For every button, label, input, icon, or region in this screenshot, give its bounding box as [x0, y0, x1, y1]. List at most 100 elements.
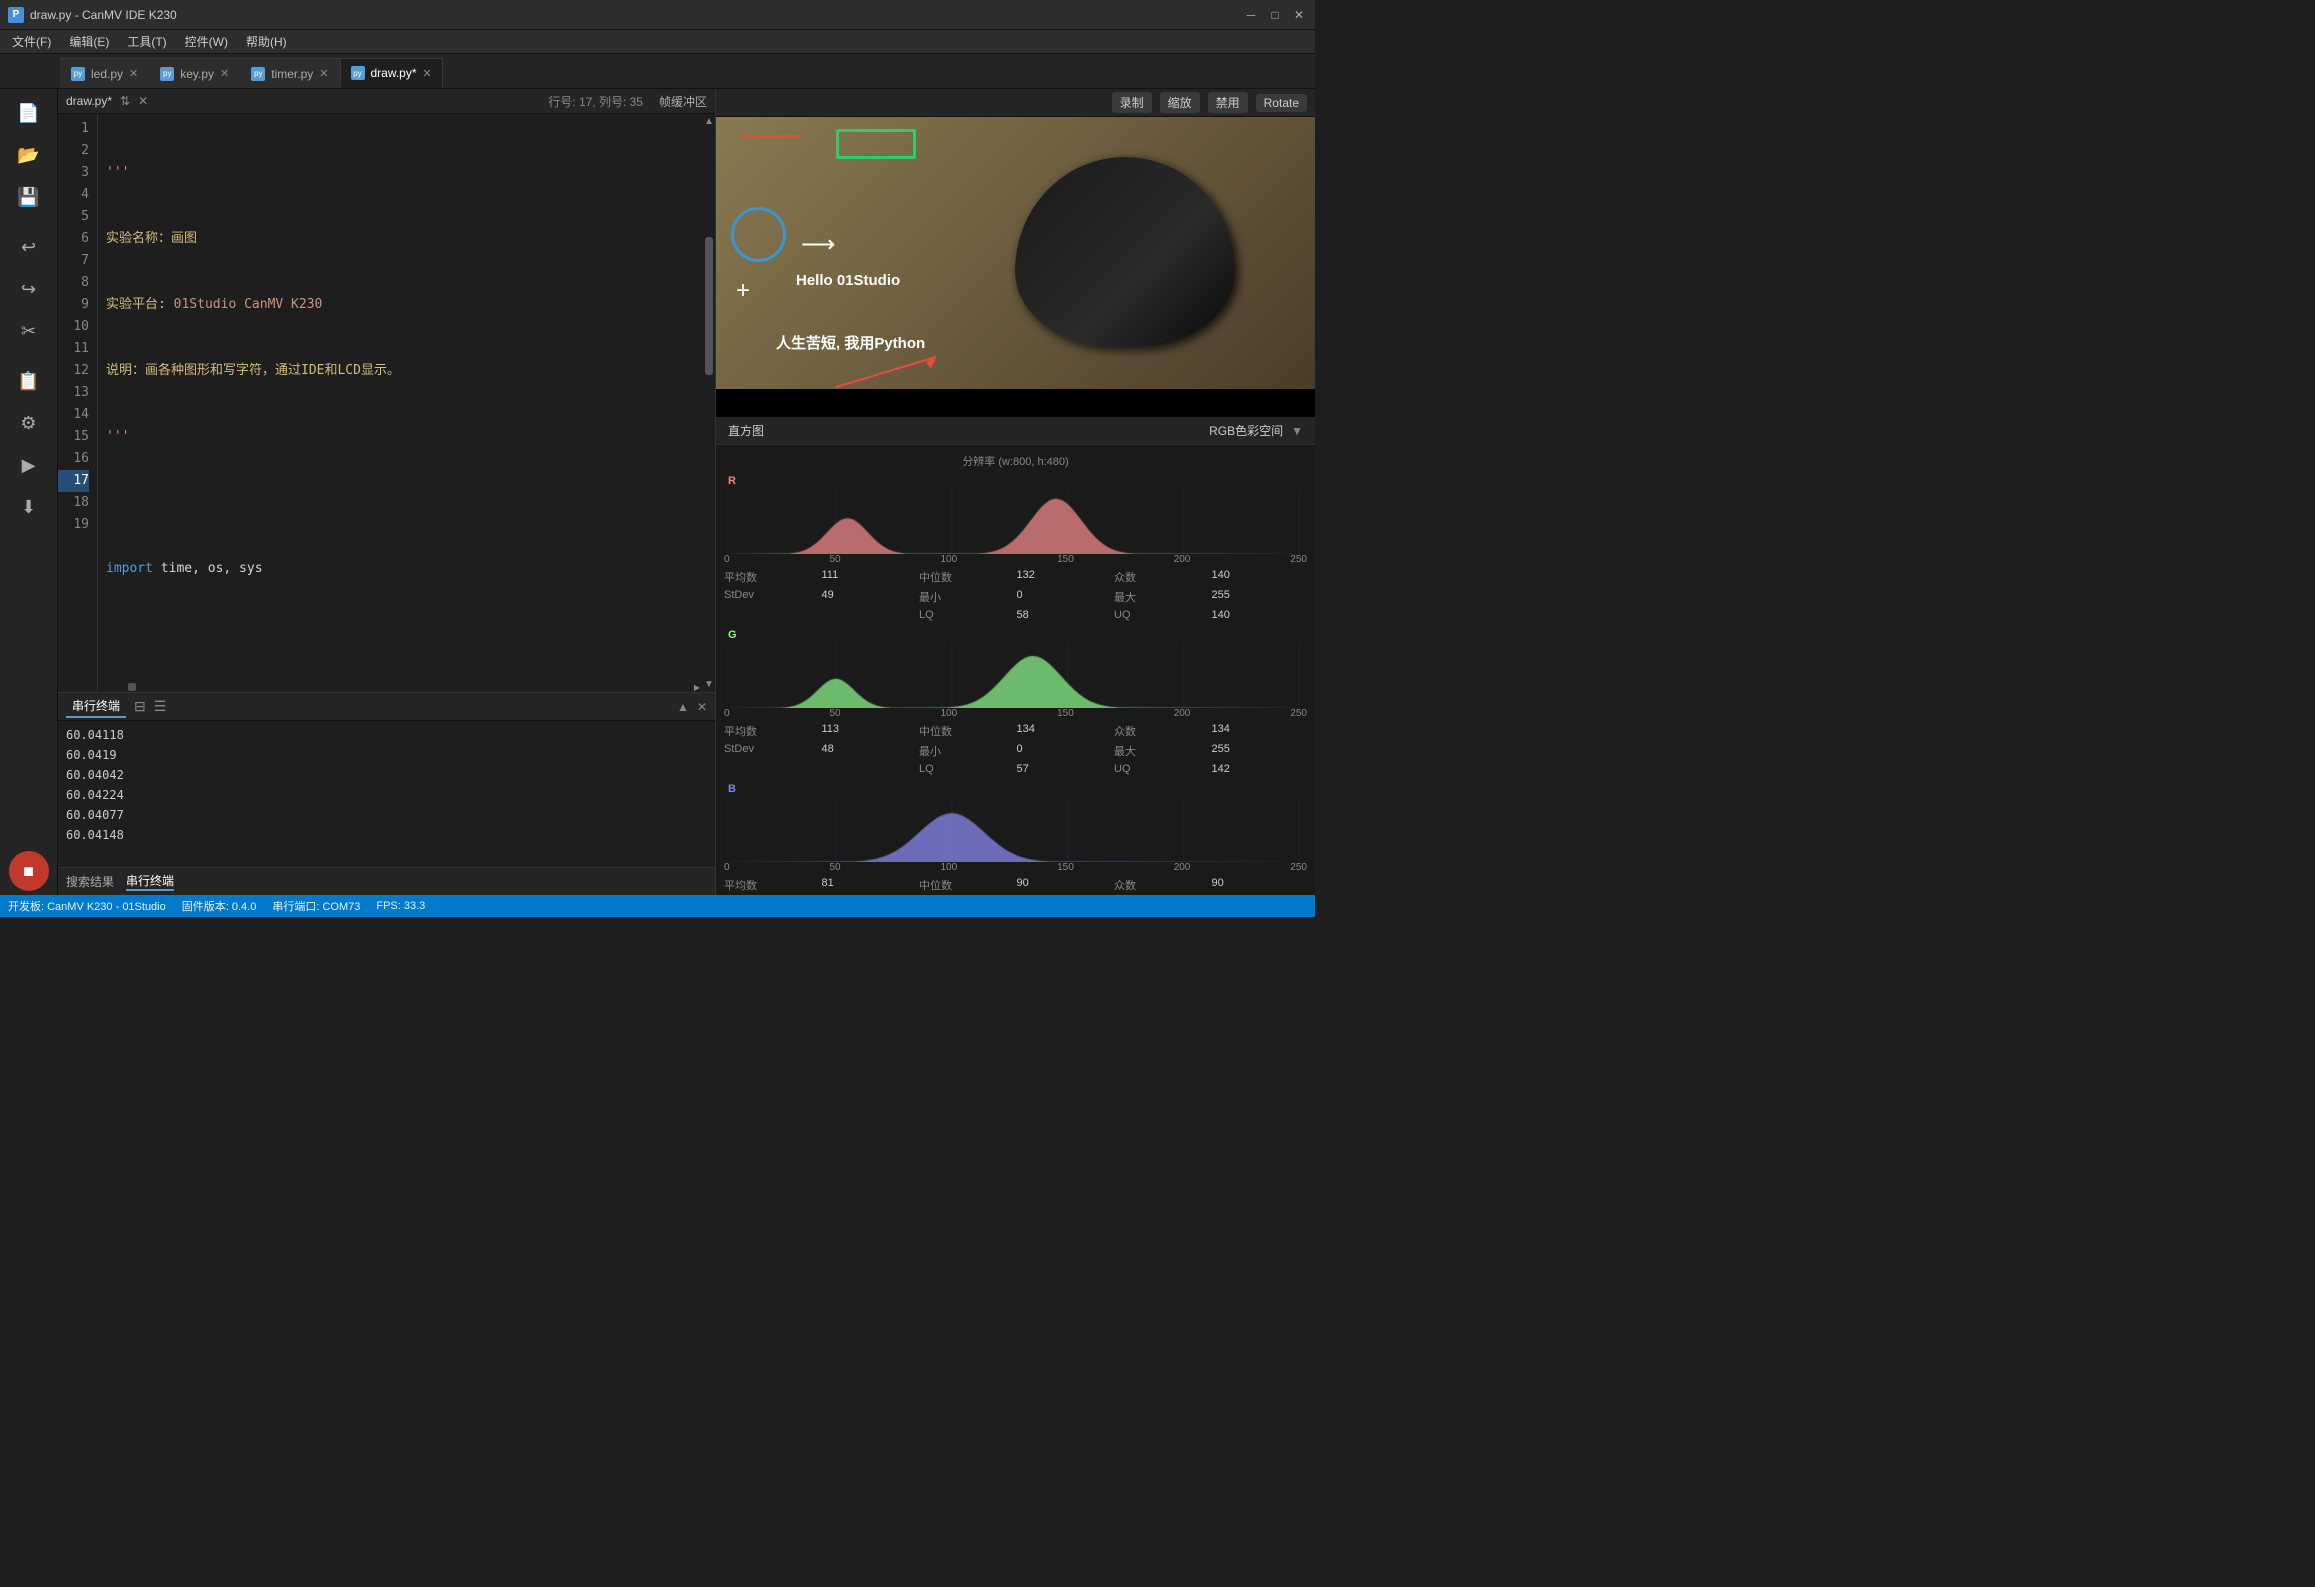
tab-draw[interactable]: py draw.py* ✕ [340, 58, 443, 88]
term-line-4: 60.04224 [66, 785, 707, 805]
r-stats: 平均数 111 中位数 132 众数 140 [720, 567, 1311, 587]
tab-label-timer: timer.py [271, 67, 313, 81]
tab-bar: py led.py ✕ py key.py ✕ py timer.py ✕ py… [0, 54, 1315, 89]
g-channel-label: G [720, 627, 1311, 643]
term-line-2: 60.0419 [66, 745, 707, 765]
terminal-content[interactable]: 60.04118 60.0419 60.04042 60.04224 60.04… [58, 721, 715, 867]
close-button[interactable]: ✕ [1291, 7, 1307, 23]
histogram-content: 分辨率 (w:800, h:480) R 050100150200250 平均数… [716, 445, 1315, 895]
scroll-thumb[interactable] [705, 237, 713, 375]
histogram-resolution: 分辨率 (w:800, h:480) [720, 449, 1311, 473]
close-editor-icon[interactable]: ✕ [138, 94, 148, 108]
camera-toolbar: 录制 缩放 禁用 Rotate [716, 89, 1315, 117]
horizontal-scrollbar[interactable]: ▶ [98, 682, 703, 692]
camera-image: ⟶ + Hello 01Studio 人生苦短, 我用Python [716, 117, 1315, 389]
b-channel-label: B [720, 781, 1311, 797]
draw-text-hello: Hello 01Studio [796, 272, 900, 289]
tab-label-led: led.py [91, 67, 123, 81]
cursor-position: 行号: 17, 列号: 35 [548, 93, 643, 110]
cut-button[interactable]: ✂ [9, 311, 49, 351]
status-bar: 开发板: CanMV K230 - 01Studio 固件版本: 0.4.0 串… [0, 895, 1315, 917]
buffer-label: 帧缓冲区 [659, 93, 707, 110]
rotate-button[interactable]: Rotate [1256, 94, 1307, 112]
window-title: draw.py - CanMV IDE K230 [30, 8, 1243, 22]
color-space-dropdown-icon[interactable]: ▼ [1291, 424, 1303, 438]
open-file-button[interactable]: 📂 [9, 135, 49, 175]
g-stats-3: LQ 57 UQ 142 [720, 761, 1311, 777]
terminal-settings-icon[interactable]: ☰ [154, 698, 167, 715]
code-editor[interactable]: 1 2 3 4 5 6 7 8 9 10 11 12 13 14 15 16 1… [58, 114, 715, 692]
b-histogram-canvas [720, 797, 1311, 862]
tab-close-timer[interactable]: ✕ [319, 67, 328, 80]
terminal-area: 串行终端 ⊟ ☰ ▲ ✕ 60.04118 60.0419 60.04042 6… [58, 692, 715, 867]
left-toolbar: 📄 📂 💾 ↩ ↪ ✂ 📋 ⚙ ▶ ⬇ ■ [0, 89, 58, 895]
main-layout: 📄 📂 💾 ↩ ↪ ✂ 📋 ⚙ ▶ ⬇ ■ draw.py* ⇅ ✕ 行号: 1… [0, 89, 1315, 895]
g-stats-2: StDev 48 最小 0 最大 255 [720, 741, 1311, 761]
menu-help[interactable]: 帮助(H) [238, 31, 295, 52]
terminal-expand-icon[interactable]: ▲ [677, 700, 689, 714]
r-histogram-canvas [720, 489, 1311, 554]
title-bar: P draw.py - CanMV IDE K230 ─ □ ✕ [0, 0, 1315, 30]
bottom-tab-bar: 搜索结果 串行终端 [58, 867, 715, 895]
tab-timer[interactable]: py timer.py ✕ [240, 58, 339, 88]
disable-button[interactable]: 禁用 [1208, 92, 1248, 113]
save-file-button[interactable]: 💾 [9, 177, 49, 217]
h-scroll-right[interactable]: ▶ [691, 683, 703, 692]
tab-key[interactable]: py key.py ✕ [149, 58, 240, 88]
histogram-r-channel: R 050100150200250 平均数 111 中位数 132 众数 140 [720, 473, 1311, 623]
copy-button[interactable]: 📋 [9, 361, 49, 401]
tab-label-key: key.py [180, 67, 214, 81]
new-file-button[interactable]: 📄 [9, 93, 49, 133]
vertical-scrollbar[interactable]: ▲ ▼ [703, 114, 715, 692]
status-fps: FPS: 33.3 [376, 900, 425, 912]
tab-led[interactable]: py led.py ✕ [60, 58, 149, 88]
g-histogram-canvas [720, 643, 1311, 708]
editor-area: draw.py* ⇅ ✕ 行号: 17, 列号: 35 帧缓冲区 1 2 3 4… [58, 89, 715, 895]
term-line-6: 60.04148 [66, 825, 707, 845]
bottom-tab-serial[interactable]: 串行终端 [126, 872, 174, 891]
minimize-button[interactable]: ─ [1243, 7, 1259, 23]
tab-close-draw[interactable]: ✕ [423, 67, 432, 80]
menu-tools[interactable]: 工具(T) [119, 31, 174, 52]
undo-button[interactable]: ↩ [9, 227, 49, 267]
h-scroll-thumb[interactable] [128, 683, 136, 691]
tab-icon-timer: py [251, 67, 265, 81]
status-serial: 串行端口: COM73 [272, 898, 360, 914]
menu-controls[interactable]: 控件(W) [177, 31, 236, 52]
histogram-g-channel: G 050100150200250 平均数 113 中位数 134 众数 134 [720, 627, 1311, 777]
terminal-tab-serial[interactable]: 串行终端 [66, 695, 126, 718]
menu-file[interactable]: 文件(F) [4, 31, 59, 52]
tab-icon-draw: py [351, 66, 365, 80]
draw-red-arrow-svg [826, 347, 956, 389]
record-button[interactable]: 录制 [1112, 92, 1152, 113]
terminal-icons: ▲ ✕ [677, 700, 707, 714]
download-button[interactable]: ⬇ [9, 487, 49, 527]
term-line-1: 60.04118 [66, 725, 707, 745]
histogram-title: 直方图 [728, 422, 764, 439]
split-editor-icon[interactable]: ⇅ [120, 94, 130, 108]
maximize-button[interactable]: □ [1267, 7, 1283, 23]
tab-label-draw: draw.py* [371, 66, 417, 80]
menu-bar: 文件(F) 编辑(E) 工具(T) 控件(W) 帮助(H) [0, 30, 1315, 54]
redo-button[interactable]: ↪ [9, 269, 49, 309]
bottom-tab-search[interactable]: 搜索结果 [66, 873, 114, 890]
mouse-body [1015, 157, 1235, 347]
scroll-down-arrow[interactable]: ▼ [703, 679, 715, 692]
terminal-close-icon[interactable]: ✕ [697, 700, 707, 714]
r-stats-2: StDev 49 最小 0 最大 255 [720, 587, 1311, 607]
tab-close-key[interactable]: ✕ [220, 67, 229, 80]
zoom-button[interactable]: 缩放 [1160, 92, 1200, 113]
menu-edit[interactable]: 编辑(E) [61, 31, 117, 52]
editor-header: draw.py* ⇅ ✕ 行号: 17, 列号: 35 帧缓冲区 [58, 89, 715, 114]
settings-button[interactable]: ⚙ [9, 403, 49, 443]
code-content[interactable]: ''' 实验名称：画图 实验平台: 01Studio CanMV K230 说明… [98, 114, 715, 692]
stop-button[interactable]: ■ [9, 851, 49, 891]
line-numbers: 1 2 3 4 5 6 7 8 9 10 11 12 13 14 15 16 1… [58, 114, 98, 692]
tab-close-led[interactable]: ✕ [129, 67, 138, 80]
histogram-b-channel: B 050100150200250 平均数 81 中位数 90 众数 90 [720, 781, 1311, 895]
scroll-up-arrow[interactable]: ▲ [703, 114, 715, 127]
run-button[interactable]: ▶ [9, 445, 49, 485]
terminal-connect-icon[interactable]: ⊟ [134, 698, 146, 715]
r-stats-3: LQ 58 UQ 140 [720, 607, 1311, 623]
term-line-3: 60.04042 [66, 765, 707, 785]
